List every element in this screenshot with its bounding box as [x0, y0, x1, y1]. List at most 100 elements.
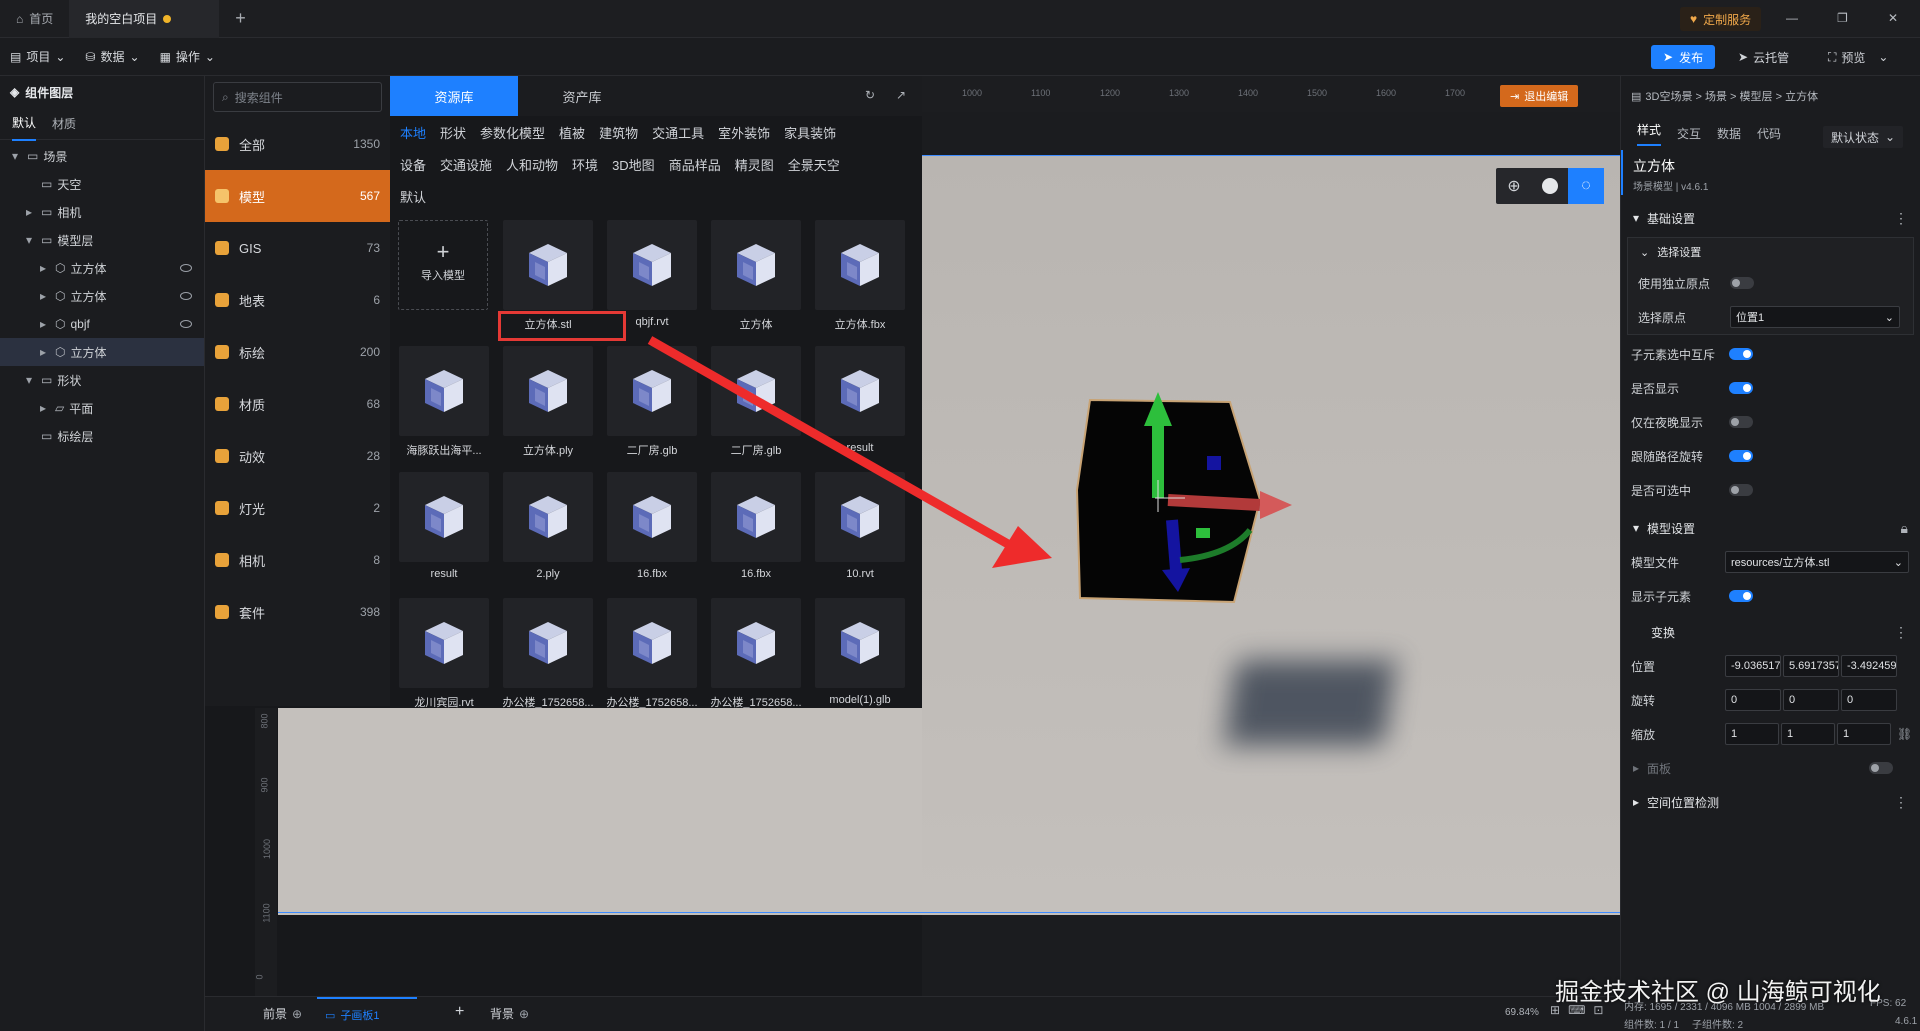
import-model-button[interactable]: + 导入模型	[398, 220, 488, 310]
state-dropdown[interactable]: 默认状态 ⌄	[1823, 126, 1904, 148]
visibility-icon[interactable]	[180, 320, 192, 328]
toggle-switch[interactable]	[1729, 382, 1753, 394]
model-card[interactable]	[607, 220, 697, 310]
section-select-settings[interactable]: ⌄ 选择设置	[1628, 238, 1913, 266]
position-y-input[interactable]: 5.6917357	[1783, 655, 1839, 677]
model-card[interactable]	[399, 472, 489, 562]
more-icon[interactable]: ⋮	[1894, 210, 1908, 227]
rotation-y-input[interactable]: 0	[1783, 689, 1839, 711]
toggle-switch[interactable]	[1729, 484, 1753, 496]
tab-sub-canvas[interactable]: ▭ 子画板1	[317, 997, 417, 1031]
more-icon[interactable]: ⋮	[1894, 624, 1908, 641]
refresh-icon[interactable]: ↻	[865, 88, 875, 102]
property-tab[interactable]: 样式	[1637, 121, 1662, 146]
orbit-icon[interactable]: ◌	[1568, 168, 1604, 204]
tree-item[interactable]: ▭ 标绘层	[0, 422, 204, 450]
section-basic-settings[interactable]: ▾ 基础设置 ⋮	[1621, 201, 1920, 235]
position-z-input[interactable]: -3.492459	[1841, 655, 1897, 677]
tree-item[interactable]: ▸ ⬡ 立方体	[0, 254, 204, 282]
tree-item[interactable]: ▸ ⬡ 立方体	[0, 338, 204, 366]
tree-item[interactable]: ▸ ▭ 相机	[0, 198, 204, 226]
caret-icon[interactable]: ▸	[40, 289, 50, 303]
section-panel[interactable]: ▸ 面板	[1621, 751, 1920, 785]
caret-icon[interactable]: ▸	[40, 261, 50, 275]
caret-icon[interactable]: ▾	[26, 233, 36, 247]
model-card[interactable]	[503, 472, 593, 562]
tree-item[interactable]: ▸ ▱ 平面	[0, 394, 204, 422]
filter-chip[interactable]: 默认	[393, 180, 433, 212]
tree-item[interactable]: ▸ ⬡ 立方体	[0, 282, 204, 310]
selected-cube-gizmo[interactable]	[1060, 380, 1300, 620]
tab-resource-library[interactable]: 资源库	[390, 76, 518, 116]
category-item[interactable]: GIS 73	[205, 222, 390, 274]
lock-icon[interactable]: 🔒︎	[1901, 520, 1908, 537]
tab-home[interactable]: ⌂ 首页	[0, 0, 69, 38]
exit-edit-button[interactable]: ⇥ 退出编辑	[1500, 85, 1579, 107]
caret-icon[interactable]: ▸	[40, 401, 50, 415]
filter-chip[interactable]: 本地	[393, 116, 433, 148]
property-tab[interactable]: 交互	[1677, 125, 1701, 142]
globe-icon[interactable]: ⊕	[1496, 168, 1532, 204]
tree-item[interactable]: ▾ ▭ 形状	[0, 366, 204, 394]
model-card[interactable]	[503, 346, 593, 436]
model-card[interactable]	[711, 598, 801, 688]
model-card[interactable]	[503, 598, 593, 688]
filter-chip[interactable]: 家具装饰	[777, 116, 843, 148]
filter-chip[interactable]: 设备	[393, 148, 433, 180]
model-card[interactable]	[815, 598, 905, 688]
custom-service-button[interactable]: ♥ 定制服务	[1680, 7, 1762, 31]
filter-chip[interactable]: 环境	[565, 148, 605, 180]
model-card[interactable]	[607, 598, 697, 688]
filter-chip[interactable]: 参数化模型	[473, 116, 552, 148]
origin-select[interactable]: 位置1 ⌄	[1730, 306, 1900, 328]
tree-item[interactable]: ▭ 天空	[0, 170, 204, 198]
filter-chip[interactable]: 交通工具	[645, 116, 711, 148]
caret-icon[interactable]: ▾	[26, 373, 36, 387]
category-item[interactable]: 模型 567	[205, 170, 390, 222]
tab-asset-library[interactable]: 资产库	[518, 76, 646, 116]
property-tab[interactable]: 数据	[1717, 125, 1741, 142]
filter-chip[interactable]: 室外装饰	[711, 116, 777, 148]
zoom-level[interactable]: 69.84%	[1505, 1007, 1539, 1018]
model-card[interactable]	[399, 598, 489, 688]
category-item[interactable]: 地表 6	[205, 274, 390, 326]
close-window-button[interactable]: ✕	[1888, 11, 1898, 25]
background-button[interactable]: 背景 ⊕	[490, 1005, 529, 1022]
property-tab[interactable]: 代码	[1757, 125, 1781, 142]
more-icon[interactable]: ⋮	[1894, 794, 1908, 811]
preview-button[interactable]: ⛶ 预览 ⌄	[1828, 45, 1888, 69]
model-file-select[interactable]: resources/立方体.stl ⌄	[1725, 551, 1909, 573]
foreground-button[interactable]: 前景 ⊕	[263, 1005, 302, 1022]
filter-chip[interactable]: 商品样品	[662, 148, 728, 180]
model-card[interactable]	[815, 220, 905, 310]
tab-default[interactable]: 默认	[12, 106, 37, 141]
scene-canvas-lower[interactable]	[278, 708, 922, 915]
toggle-switch[interactable]	[1729, 416, 1753, 428]
position-x-input[interactable]: -9.036517	[1725, 655, 1781, 677]
caret-icon[interactable]: ▸	[40, 317, 50, 331]
visibility-icon[interactable]	[180, 292, 192, 300]
model-card[interactable]	[503, 220, 593, 310]
category-item[interactable]: 套件 398	[205, 586, 390, 638]
publish-button[interactable]: ➤ 发布	[1651, 45, 1716, 69]
menu-data[interactable]: ⛁ 数据 ⌄	[75, 38, 149, 76]
section-model-settings[interactable]: ▾ 模型设置 🔒︎	[1621, 511, 1920, 545]
toggle-switch[interactable]	[1729, 348, 1753, 360]
minimize-button[interactable]: —	[1786, 11, 1798, 25]
tree-item[interactable]: ▾ ▭ 场景	[0, 142, 204, 170]
caret-icon[interactable]: ▸	[40, 345, 50, 359]
tab-project[interactable]: 我的空白项目	[69, 0, 220, 38]
caret-icon[interactable]: ▸	[26, 205, 36, 219]
panel-toggle[interactable]	[1869, 762, 1893, 774]
component-search-input[interactable]: ⌕ 搜索组件	[213, 82, 382, 112]
filter-chip[interactable]: 人和动物	[499, 148, 565, 180]
model-card[interactable]	[711, 220, 801, 310]
category-item[interactable]: 材质 68	[205, 378, 390, 430]
filter-chip[interactable]: 建筑物	[592, 116, 645, 148]
category-item[interactable]: 动效 28	[205, 430, 390, 482]
rotation-z-input[interactable]: 0	[1841, 689, 1897, 711]
filter-chip[interactable]: 交通设施	[433, 148, 499, 180]
category-item[interactable]: 灯光 2	[205, 482, 390, 534]
tree-item[interactable]: ▸ ⬡ qbjf	[0, 310, 204, 338]
category-item[interactable]: 标绘 200	[205, 326, 390, 378]
